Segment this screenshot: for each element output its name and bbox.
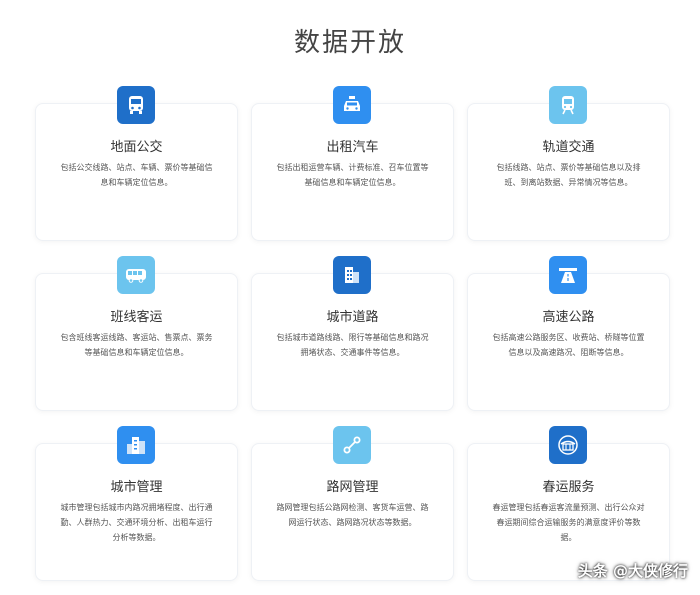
card-taxi[interactable]: 出租汽车 包括出租运营车辆、计费标准、召车位置等基础信息和车辆定位信息。 [251, 86, 454, 241]
card-title: 高速公路 [542, 310, 595, 325]
card-title: 城市管理 [110, 480, 163, 495]
highway-icon [549, 256, 587, 294]
card-title: 轨道交通 [542, 140, 595, 155]
card-title: 班线客运 [110, 310, 163, 325]
card-description: 包含班线客运线路、客运站、售票点、票务等基础信息和车辆定位信息。 [60, 333, 213, 357]
city-building-icon [333, 256, 371, 294]
card-description: 包括出租运营车辆、计费标准、召车位置等基础信息和车辆定位信息。 [276, 163, 429, 187]
coach-bus-icon [117, 256, 155, 294]
card-description: 包括线路、站点、票价等基础信息以及排班、到离站数据、异常情况等信息。 [496, 163, 641, 187]
card-description: 路网管理包括公路网检测、客货车运营、路网运行状态、路网路况状态等数据。 [276, 503, 429, 527]
card-title: 地面公交 [110, 140, 163, 155]
card-coach-line[interactable]: 班线客运 包含班线客运线路、客运站、售票点、票务等基础信息和车辆定位信息。 [35, 256, 238, 411]
card-expressway[interactable]: 高速公路 包括高速公路服务区、收费站、桥隧等位置信息以及高速路况、阻断等信息。 [467, 256, 670, 411]
card-description: 包括高速公路服务区、收费站、桥隧等位置信息以及高速路况、阻断等信息。 [492, 333, 645, 357]
card-description: 春运管理包括春运客流量预测、出行公众对春运期间综合运输服务的满意度评价等数据。 [492, 503, 645, 542]
card-road-network-management[interactable]: 路网管理 路网管理包括公路网检测、客货车运营、路网运行状态、路网路况状态等数据。 [251, 426, 454, 581]
card-description: 城市管理包括城市内路况拥堵程度、出行通勤、人群热力、交通环境分析、出租车运行分析… [60, 503, 213, 542]
card-title: 城市道路 [326, 310, 379, 325]
card-city-management[interactable]: 城市管理 城市管理包括城市内路况拥堵程度、出行通勤、人群热力、交通环境分析、出租… [35, 426, 238, 581]
card-ground-bus[interactable]: 地面公交 包括公交线路、站点、车辆、票价等基础信息和车辆定位信息。 [35, 86, 238, 241]
watermark-text: 头条 @大侠修行 [577, 562, 688, 580]
skyline-icon [117, 426, 155, 464]
bus-icon [117, 86, 155, 124]
card-city-roads[interactable]: 城市道路 包括城市道路线路、限行等基础信息和路况拥堵状态、交通事件等信息。 [251, 256, 454, 411]
temple-icon [549, 426, 587, 464]
taxi-icon [333, 86, 371, 124]
route-icon [333, 426, 371, 464]
train-icon [549, 86, 587, 124]
card-description: 包括城市道路线路、限行等基础信息和路况拥堵状态、交通事件等信息。 [276, 333, 429, 357]
card-title: 路网管理 [326, 480, 379, 495]
card-description: 包括公交线路、站点、车辆、票价等基础信息和车辆定位信息。 [60, 163, 213, 187]
card-title: 出租汽车 [326, 140, 379, 155]
card-rail-transit[interactable]: 轨道交通 包括线路、站点、票价等基础信息以及排班、到离站数据、异常情况等信息。 [467, 86, 670, 241]
card-title: 春运服务 [542, 480, 595, 495]
page-title: 数据开放 [293, 28, 406, 58]
